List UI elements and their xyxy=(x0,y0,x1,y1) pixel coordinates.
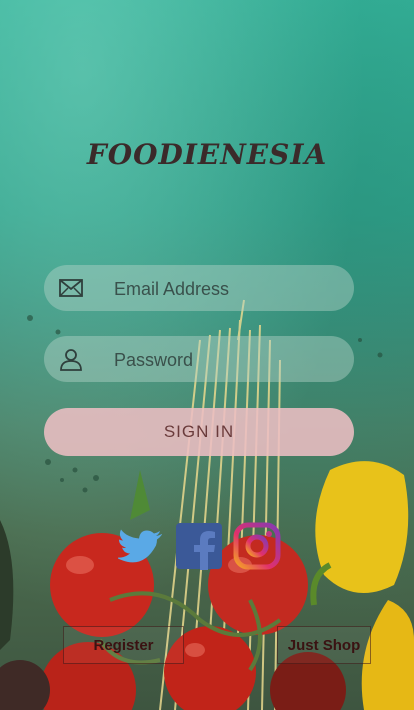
envelope-icon xyxy=(59,279,83,297)
app-title: FOODIENESIA xyxy=(86,138,328,171)
facebook-icon[interactable] xyxy=(175,522,223,570)
user-icon xyxy=(60,349,82,371)
register-button[interactable]: Register xyxy=(63,626,184,664)
just-shop-button[interactable]: Just Shop xyxy=(277,626,371,664)
email-input[interactable] xyxy=(112,265,346,313)
password-input[interactable] xyxy=(112,336,346,384)
twitter-icon[interactable] xyxy=(118,522,166,570)
email-field[interactable] xyxy=(44,265,354,313)
sign-in-button[interactable]: SIGN IN xyxy=(44,408,354,456)
password-field[interactable] xyxy=(44,336,354,384)
instagram-icon[interactable] xyxy=(233,522,281,570)
